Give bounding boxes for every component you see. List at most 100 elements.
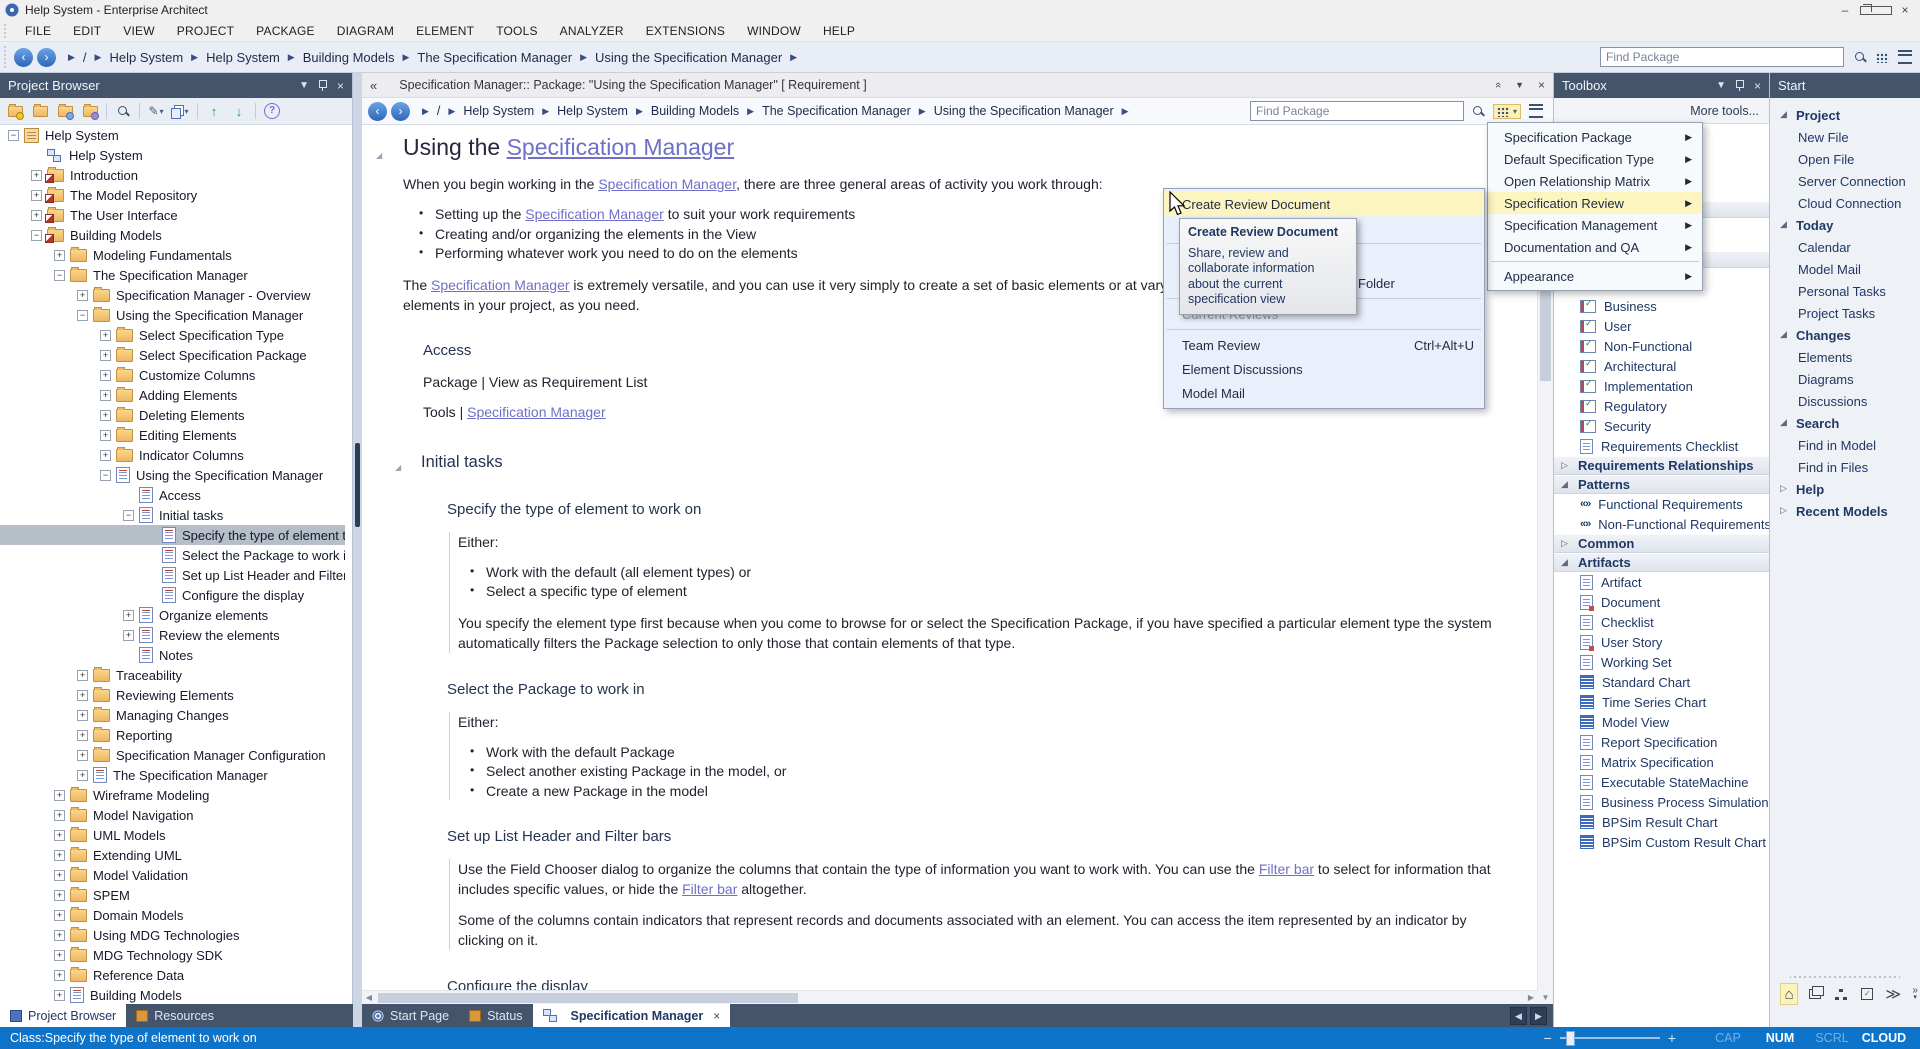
tree-expander-icon[interactable]: + [77, 290, 88, 301]
document-close-icon[interactable]: × [1538, 78, 1545, 92]
tree-expander-icon[interactable]: + [77, 690, 88, 701]
tree-item-specify-the-type-of-element-to-work-on[interactable]: Specify the type of element to work on [0, 525, 345, 545]
tree-expander-icon[interactable]: + [123, 610, 134, 621]
toolbox-item-working-set[interactable]: Working Set [1554, 652, 1769, 672]
menu-item-create-review-document[interactable]: Create Review Document [1164, 192, 1484, 216]
tree-item-review-the-elements[interactable]: +Review the elements [0, 625, 345, 645]
close-button[interactable]: × [1890, 0, 1920, 20]
menu-diagram[interactable]: DIAGRAM [326, 24, 405, 38]
breadcrumb-building-models[interactable]: Building Models [651, 104, 739, 118]
toolbox-section-common[interactable]: ▷Common [1554, 534, 1769, 553]
splitter-handle[interactable] [355, 443, 360, 527]
breadcrumb-help-system[interactable]: Help System [109, 50, 183, 65]
tree-item-select-the-package-to-work-in[interactable]: Select the Package to work in [0, 545, 345, 565]
tree-item-spem[interactable]: +SPEM [0, 885, 345, 905]
tree-expander-icon[interactable]: + [54, 790, 65, 801]
tree-item-the-model-repository[interactable]: +The Model Repository [0, 185, 345, 205]
toolbox-item-user-story[interactable]: User Story [1554, 632, 1769, 652]
tree-expander-icon[interactable]: + [100, 410, 111, 421]
toolbox-item-architectural[interactable]: Architectural [1554, 356, 1769, 376]
menu-item-documentation-and-qa[interactable]: Documentation and QA▶ [1488, 236, 1702, 258]
menu-item-team-review[interactable]: Team ReviewCtrl+Alt+U [1164, 333, 1484, 357]
tree-item-model-validation[interactable]: +Model Validation [0, 865, 345, 885]
toolbox-item-business[interactable]: Business [1554, 296, 1769, 316]
tree-expander-icon[interactable]: − [54, 270, 65, 281]
tree-expander-icon[interactable]: + [77, 730, 88, 741]
tree-item-the-specification-manager[interactable]: −The Specification Manager [0, 265, 345, 285]
doc-link[interactable]: Specification Manager [431, 277, 570, 293]
toolbox-item-standard-chart[interactable]: Standard Chart [1554, 672, 1769, 692]
tree-expander-icon[interactable]: + [31, 190, 42, 201]
tree-item-introduction[interactable]: +Introduction [0, 165, 345, 185]
tree-item-using-mdg-technologies[interactable]: +Using MDG Technologies [0, 925, 345, 945]
tree-expander-icon[interactable]: + [77, 750, 88, 761]
toolbox-pin-icon[interactable] [1736, 80, 1744, 88]
tree-item-specification-manager-configuration[interactable]: +Specification Manager Configuration [0, 745, 345, 765]
tree-expander-icon[interactable]: + [54, 250, 65, 261]
tree-item-modeling-fundamentals[interactable]: +Modeling Fundamentals [0, 245, 345, 265]
tree-expander-icon[interactable]: − [8, 130, 19, 141]
tree-item-editing-elements[interactable]: +Editing Elements [0, 425, 345, 445]
doc-link[interactable]: Specification Manager [598, 176, 736, 192]
start-item-new-file[interactable]: New File [1770, 126, 1920, 148]
tree-item-set-up-list-header-and-filter-bars[interactable]: Set up List Header and Filter bars [0, 565, 345, 585]
start-section-changes[interactable]: ◢Changes [1770, 324, 1920, 346]
doc-search-icon[interactable] [1472, 105, 1485, 118]
scroll-down-arrow[interactable]: ▼ [1538, 991, 1553, 1005]
hamburger-menu-icon[interactable] [1898, 50, 1912, 64]
toolbox-item-checklist[interactable]: Checklist [1554, 612, 1769, 632]
breadcrumb-help-system[interactable]: Help System [557, 104, 628, 118]
search-icon[interactable] [1854, 51, 1867, 64]
restore-button[interactable] [1860, 0, 1890, 20]
tree-expander-icon[interactable]: + [54, 850, 65, 861]
tree-item-adding-elements[interactable]: +Adding Elements [0, 385, 345, 405]
breadcrumb-using-the-specification-manager[interactable]: Using the Specification Manager [934, 104, 1114, 118]
toolbox-item-business-process-simulation[interactable]: Business Process Simulation [1554, 792, 1769, 812]
menu-window[interactable]: WINDOW [736, 24, 812, 38]
tree-item-using-the-specification-manager[interactable]: −Using the Specification Manager [0, 305, 345, 325]
tree-expander-icon[interactable]: + [77, 710, 88, 721]
doc-hamburger-icon[interactable] [1529, 104, 1543, 118]
tree-expander-icon[interactable]: + [54, 910, 65, 921]
toolbox-item-non-functional-requirements[interactable]: «»Non-Functional Requirements [1554, 514, 1769, 534]
tree-item-reviewing-elements[interactable]: +Reviewing Elements [0, 685, 345, 705]
tree-expander-icon[interactable]: − [100, 470, 111, 481]
toolbox-item-bpsim-result-chart[interactable]: BPSim Result Chart [1554, 812, 1769, 832]
zoom-out-icon[interactable]: − [1544, 1030, 1552, 1046]
minimize-button[interactable]: – [1830, 0, 1860, 20]
menu-analyzer[interactable]: ANALYZER [549, 24, 635, 38]
breadcrumb-the-specification-manager[interactable]: The Specification Manager [762, 104, 911, 118]
home-icon[interactable]: ⌂ [1780, 983, 1798, 1005]
doc-forward-button[interactable]: › [391, 102, 410, 121]
breadcrumb-[interactable]: / [437, 104, 440, 118]
panel-menu-icon[interactable]: ▼ [299, 80, 309, 91]
dropdown-icon[interactable]: ▼ [1515, 80, 1524, 90]
panel-splitter[interactable] [353, 73, 362, 1027]
start-item-find-in-model[interactable]: Find in Model [1770, 434, 1920, 456]
tree-item-specification-manager-overview[interactable]: +Specification Manager - Overview [0, 285, 345, 305]
new-element-button[interactable] [81, 102, 99, 120]
tree-expander-icon[interactable]: + [77, 770, 88, 781]
tree-expander-icon[interactable]: + [54, 830, 65, 841]
tree-expander-icon[interactable]: + [54, 870, 65, 881]
tree-item-mdg-technology-sdk[interactable]: +MDG Technology SDK [0, 945, 345, 965]
hierarchy-icon[interactable] [1832, 983, 1850, 1005]
tree-item-indicator-columns[interactable]: +Indicator Columns [0, 445, 345, 465]
tree-expander-icon[interactable]: − [123, 510, 134, 521]
doc-link[interactable]: Filter bar [682, 881, 737, 897]
toolbox-section-artifacts[interactable]: ◢Artifacts [1554, 553, 1769, 572]
panel-close-icon[interactable]: × [337, 79, 344, 93]
toolbox-item-executable-statemachine[interactable]: Executable StateMachine [1554, 772, 1769, 792]
tree-item-uml-models[interactable]: +UML Models [0, 825, 345, 845]
start-item-find-in-files[interactable]: Find in Files [1770, 456, 1920, 478]
menu-extensions[interactable]: EXTENSIONS [635, 24, 736, 38]
tree-item-managing-changes[interactable]: +Managing Changes [0, 705, 345, 725]
menu-item-specification-management[interactable]: Specification Management▶ [1488, 214, 1702, 236]
tab-scroll-right-icon[interactable]: ▶ [1530, 1007, 1547, 1025]
start-item-calendar[interactable]: Calendar [1770, 236, 1920, 258]
tree-item-organize-elements[interactable]: +Organize elements [0, 605, 345, 625]
tasks-icon[interactable]: ✓ [1858, 983, 1876, 1005]
collapse-left-icon[interactable]: « [370, 78, 377, 93]
tree-expander-icon[interactable]: + [100, 330, 111, 341]
forward-button[interactable]: › [37, 48, 56, 67]
